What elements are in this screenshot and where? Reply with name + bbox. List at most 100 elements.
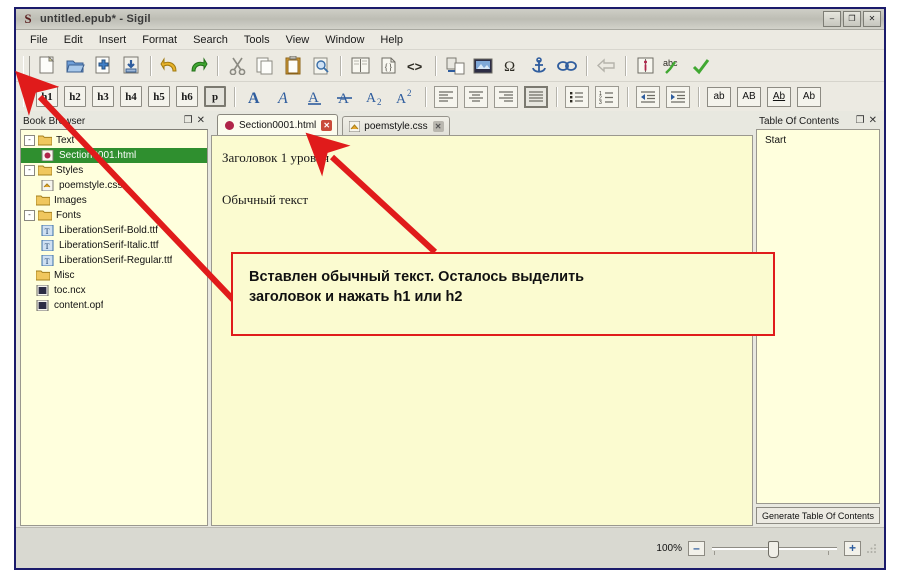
tree-item-font-italic[interactable]: T LiberationSerif-Italic.ttf: [21, 238, 207, 253]
float-icon[interactable]: ❐: [856, 116, 865, 126]
metadata-editor-icon[interactable]: [632, 53, 658, 78]
collapse-icon[interactable]: -: [24, 210, 35, 221]
toolbar-separator: [556, 86, 557, 107]
menu-tools[interactable]: Tools: [236, 32, 278, 48]
tree-item-images[interactable]: Images: [21, 193, 207, 208]
toolbar-grip[interactable]: [23, 86, 30, 107]
close-icon[interactable]: ✕: [197, 116, 205, 126]
heading-h3-button[interactable]: h3: [92, 86, 114, 107]
expander-placeholder: [24, 301, 33, 310]
bullet-list-icon[interactable]: [565, 85, 589, 108]
svg-text:A: A: [248, 90, 260, 106]
insert-link-icon[interactable]: [554, 53, 580, 78]
lowercase-button[interactable]: ab: [707, 86, 731, 107]
open-file-icon[interactable]: [62, 53, 88, 78]
heading-h4-button[interactable]: h4: [120, 86, 142, 107]
tree-item-font-bold[interactable]: T LiberationSerif-Bold.ttf: [21, 223, 207, 238]
book-browser-title: Book Browser: [23, 115, 86, 127]
insert-special-character-icon[interactable]: Ω: [498, 53, 524, 78]
insert-image-icon[interactable]: [470, 53, 496, 78]
maximize-button[interactable]: ❐: [843, 11, 861, 27]
tree-item-poemstyle-css[interactable]: poemstyle.css: [21, 178, 207, 193]
tab-close-icon[interactable]: ✕: [432, 120, 444, 132]
spellcheck-icon[interactable]: abc: [660, 53, 686, 78]
tree-item-styles[interactable]: - Styles: [21, 163, 207, 178]
italic-icon[interactable]: A: [272, 85, 298, 109]
tab-section0001-html[interactable]: Section0001.html ✕: [217, 114, 339, 135]
minimize-button[interactable]: –: [823, 11, 841, 27]
menu-insert[interactable]: Insert: [91, 32, 135, 48]
menu-search[interactable]: Search: [185, 32, 236, 48]
menu-view[interactable]: View: [278, 32, 318, 48]
heading-h5-button[interactable]: h5: [148, 86, 170, 107]
tree-item-text[interactable]: - Text: [21, 133, 207, 148]
zoom-out-button[interactable]: –: [688, 540, 705, 556]
zoom-in-button[interactable]: +: [844, 540, 861, 556]
float-icon[interactable]: ❐: [184, 116, 193, 126]
menu-edit[interactable]: Edit: [56, 32, 91, 48]
tree-item-label: Fonts: [56, 210, 82, 221]
menu-file[interactable]: File: [22, 32, 56, 48]
tree-item-section0001[interactable]: Section0001.html: [21, 148, 207, 163]
collapse-icon[interactable]: -: [24, 165, 35, 176]
back-icon[interactable]: [593, 53, 619, 78]
numbered-list-icon[interactable]: 123: [595, 85, 619, 108]
collapse-icon[interactable]: -: [24, 135, 35, 146]
new-file-icon[interactable]: [34, 53, 60, 78]
document-heading[interactable]: Заголовок 1 уровня: [222, 150, 329, 166]
tree-item-misc[interactable]: Misc: [21, 268, 207, 283]
uppercase-button[interactable]: AB: [737, 86, 761, 107]
insert-anchor-icon[interactable]: [526, 53, 552, 78]
subscript-icon[interactable]: A2: [362, 85, 388, 109]
menu-format[interactable]: Format: [134, 32, 185, 48]
redo-icon[interactable]: [185, 53, 211, 78]
outdent-icon[interactable]: [636, 85, 660, 108]
align-justify-icon[interactable]: [524, 85, 548, 108]
document-paragraph[interactable]: Обычный текст: [222, 192, 308, 208]
book-view-icon[interactable]: [347, 53, 373, 78]
tab-close-icon[interactable]: ✕: [321, 119, 333, 131]
book-browser-tree[interactable]: - Text Section0001.html - Styles poemsty…: [20, 129, 208, 526]
split-view-icon[interactable]: {}: [375, 53, 401, 78]
tree-item-fonts[interactable]: - Fonts: [21, 208, 207, 223]
copy-icon[interactable]: [252, 53, 278, 78]
bold-icon[interactable]: A: [242, 85, 268, 109]
menu-window[interactable]: Window: [317, 32, 372, 48]
zoom-slider[interactable]: [712, 540, 837, 558]
resize-grip-icon[interactable]: [866, 542, 878, 554]
align-right-icon[interactable]: [494, 85, 518, 108]
heading-h6-button[interactable]: h6: [176, 86, 198, 107]
heading-h1-button[interactable]: h1: [36, 86, 58, 107]
capitalize-button[interactable]: Ab: [797, 86, 821, 107]
tree-item-content-opf[interactable]: content.opf: [21, 298, 207, 313]
slider-handle[interactable]: [768, 540, 779, 558]
titlecase-button[interactable]: Ab: [767, 86, 791, 107]
generate-toc-button[interactable]: Generate Table Of Contents: [756, 507, 880, 524]
toc-entry-start[interactable]: Start: [757, 133, 879, 147]
tab-poemstyle-css[interactable]: poemstyle.css ✕: [342, 116, 450, 135]
cut-icon[interactable]: [224, 53, 250, 78]
heading-h2-button[interactable]: h2: [64, 86, 86, 107]
paste-icon[interactable]: [280, 53, 306, 78]
align-center-icon[interactable]: [464, 85, 488, 108]
undo-icon[interactable]: [157, 53, 183, 78]
indent-icon[interactable]: [666, 85, 690, 108]
add-file-icon[interactable]: [90, 53, 116, 78]
save-icon[interactable]: [118, 53, 144, 78]
find-replace-icon[interactable]: [308, 53, 334, 78]
paragraph-button[interactable]: p: [204, 86, 226, 107]
toolbar-grip[interactable]: [23, 55, 30, 76]
underline-icon[interactable]: A: [302, 85, 328, 109]
toolbar-separator: [234, 86, 235, 107]
close-button[interactable]: ✕: [863, 11, 881, 27]
menu-help[interactable]: Help: [372, 32, 411, 48]
tree-item-font-regular[interactable]: T LiberationSerif-Regular.ttf: [21, 253, 207, 268]
superscript-icon[interactable]: A2: [392, 85, 418, 109]
validate-icon[interactable]: [688, 53, 714, 78]
split-at-cursor-icon[interactable]: [442, 53, 468, 78]
tree-item-toc-ncx[interactable]: toc.ncx: [21, 283, 207, 298]
align-left-icon[interactable]: [434, 85, 458, 108]
code-view-icon[interactable]: <>: [403, 53, 429, 78]
strikethrough-icon[interactable]: A: [332, 85, 358, 109]
close-icon[interactable]: ✕: [869, 116, 877, 126]
